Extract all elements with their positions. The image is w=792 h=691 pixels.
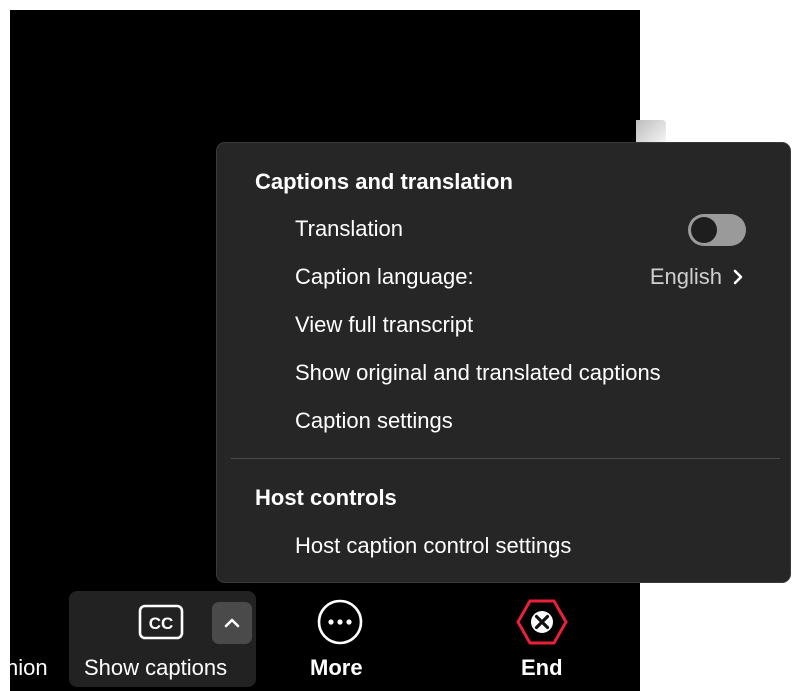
cc-icon-text: CC: [149, 614, 174, 633]
captions-menu: Captions and translation Translation Cap…: [216, 142, 791, 583]
translation-label: Translation: [295, 216, 404, 241]
host-caption-control-settings-label: Host caption control settings: [295, 533, 572, 558]
host-controls-section-title: Host controls: [255, 485, 397, 510]
chevron-right-icon: [733, 269, 743, 285]
captions-expand-button[interactable]: [212, 602, 252, 644]
end-hexagon-x-icon[interactable]: [516, 598, 568, 646]
show-captions-label[interactable]: Show captions: [84, 655, 227, 681]
captions-section-title: Captions and translation: [255, 169, 513, 194]
meeting-window: Captions and translation Translation Cap…: [0, 0, 792, 691]
caption-language-value: English: [649, 264, 722, 289]
caption-settings-item[interactable]: Caption settings: [295, 401, 760, 441]
show-original-translated-item[interactable]: Show original and translated captions: [295, 353, 760, 393]
caption-language-label: Caption language:: [295, 264, 474, 289]
more-dots-icon[interactable]: [316, 598, 364, 646]
caption-settings-label: Caption settings: [295, 408, 453, 433]
menu-divider: [231, 458, 780, 459]
show-original-translated-label: Show original and translated captions: [295, 360, 661, 385]
caption-language-item[interactable]: Caption language: English: [295, 257, 760, 297]
partial-toolbar-label[interactable]: nion: [6, 655, 48, 681]
translation-toggle[interactable]: [688, 214, 746, 246]
host-caption-control-settings-item[interactable]: Host caption control settings: [295, 526, 760, 566]
end-label[interactable]: End: [521, 655, 563, 681]
cc-icon[interactable]: CC: [138, 604, 184, 640]
view-full-transcript-label: View full transcript: [295, 312, 474, 337]
view-full-transcript-item[interactable]: View full transcript: [295, 305, 760, 345]
more-label[interactable]: More: [310, 655, 363, 681]
toggle-knob: [691, 217, 717, 243]
chevron-up-icon: [224, 618, 240, 628]
translation-item[interactable]: Translation: [295, 209, 760, 249]
